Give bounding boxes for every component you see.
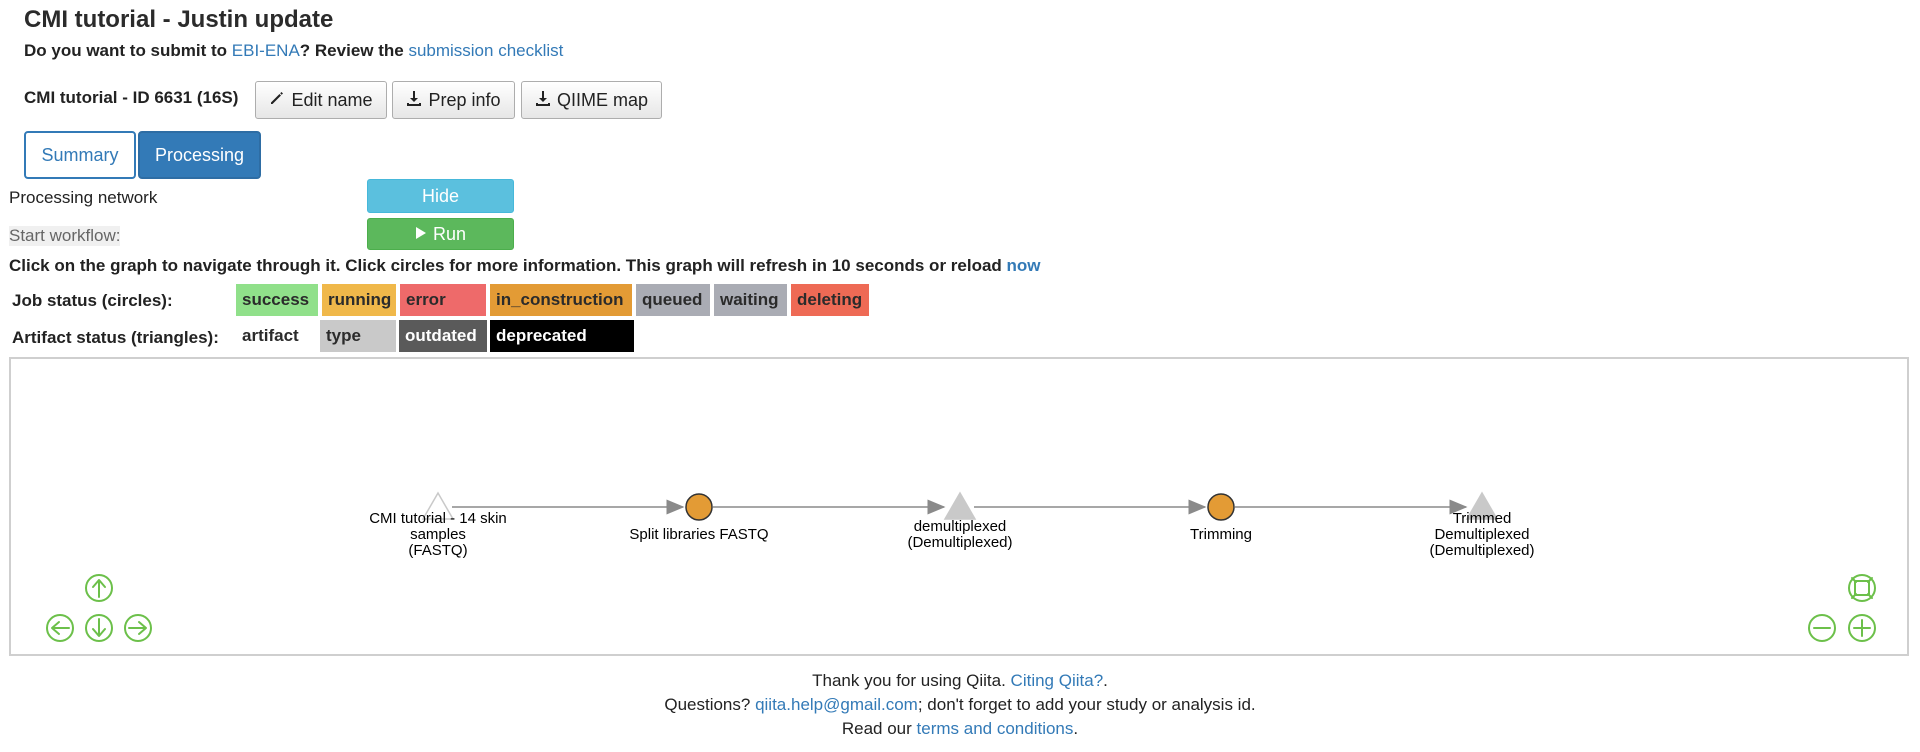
job-status-running: running <box>322 284 396 316</box>
job-status-deleting: deleting <box>791 284 869 316</box>
job-node-circle[interactable] <box>685 493 713 521</box>
graph-node-label-line: (Demultiplexed) <box>907 534 1013 551</box>
artifact-status-outdated: outdated <box>399 320 487 352</box>
qiime-map-label: QIIME map <box>556 89 649 110</box>
instructions-text: Click on the graph to navigate through i… <box>9 256 1007 275</box>
graph-node-label-line: Trimming <box>1190 526 1252 543</box>
submit-prefix: Do you want to submit to <box>24 41 232 60</box>
job-status-error: error <box>400 284 486 316</box>
footer-read-end: . <box>1073 719 1079 738</box>
graph-canvas[interactable] <box>11 359 1907 654</box>
hide-button[interactable]: Hide <box>367 179 514 213</box>
play-icon <box>415 224 427 245</box>
graph-node-label-line: samples <box>410 526 466 543</box>
reload-now-link[interactable]: now <box>1007 256 1041 275</box>
tab-processing[interactable]: Processing <box>138 131 261 179</box>
footer-thanks-text: Thank you for using Qiita. <box>812 671 1011 690</box>
help-email-link[interactable]: qiita.help@gmail.com <box>755 695 918 714</box>
graph-node-label-line: CMI tutorial - 14 skin <box>369 510 507 527</box>
footer-questions: Questions? qiita.help@gmail.com; don't f… <box>0 695 1920 715</box>
processing-network-label: Processing network <box>9 188 158 207</box>
artifact-status-label: Artifact status (triangles): <box>12 328 219 347</box>
graph-node-label-line: (Demultiplexed) <box>1429 542 1535 559</box>
run-button[interactable]: Run <box>367 218 514 250</box>
terms-link[interactable]: terms and conditions <box>917 719 1074 738</box>
prep-info-label: Prep info <box>428 89 501 110</box>
page-title: CMI tutorial - Justin update <box>24 6 334 33</box>
pencil-icon <box>269 90 285 111</box>
graph-node-label: CMI tutorial - 14 skin samples (FASTQ) <box>369 511 507 559</box>
footer-thanks-end: . <box>1103 671 1108 690</box>
submission-line: Do you want to submit to EBI-ENA? Review… <box>24 41 563 61</box>
graph-node-label: Split libraries FASTQ <box>629 527 768 543</box>
artifact-status-artifact: artifact <box>236 320 314 352</box>
processing-graph[interactable]: CMI tutorial - 14 skin samples (FASTQ) Spli… <box>9 357 1909 656</box>
graph-node-label-line: Trimmed <box>1452 510 1512 527</box>
job-status-queued: queued <box>636 284 710 316</box>
graph-node-label-line: Split libraries FASTQ <box>629 526 769 543</box>
footer-questions-end: ; don't forget to add your study or anal… <box>917 695 1256 714</box>
submission-checklist-link[interactable]: submission checklist <box>408 41 563 60</box>
graph-node-label: demultiplexed (Demultiplexed) <box>907 519 1012 551</box>
artifact-node-triangle[interactable] <box>943 491 977 520</box>
citing-qiita-link[interactable]: Citing Qiita? <box>1011 671 1104 690</box>
download-icon <box>406 90 422 111</box>
prep-info-button[interactable]: Prep info <box>392 81 515 119</box>
footer-read-text: Read our <box>841 719 917 738</box>
job-status-waiting: waiting <box>714 284 787 316</box>
edit-name-button[interactable]: Edit name <box>255 81 387 119</box>
job-node-circle[interactable] <box>1207 493 1235 521</box>
download-icon <box>535 90 551 111</box>
footer-thanks: Thank you for using Qiita. Citing Qiita?… <box>0 671 1920 691</box>
graph-node-label-line: Demultiplexed <box>1434 526 1530 543</box>
ebi-ena-link[interactable]: EBI-ENA <box>232 41 300 60</box>
job-status-in-construction: in_construction <box>490 284 632 316</box>
artifact-status-deprecated: deprecated <box>490 320 634 352</box>
edit-name-label: Edit name <box>291 89 373 110</box>
job-status-label: Job status (circles): <box>12 291 173 310</box>
graph-node-label-line: (FASTQ) <box>408 542 468 559</box>
footer-terms: Read our terms and conditions. <box>0 719 1920 739</box>
artifact-status-type: type <box>320 320 396 352</box>
run-label: Run <box>432 223 467 244</box>
job-status-success: success <box>236 284 318 316</box>
qiime-map-button[interactable]: QIIME map <box>521 81 662 119</box>
footer-questions-text: Questions? <box>664 695 756 714</box>
graph-instructions: Click on the graph to navigate through i… <box>9 256 1041 276</box>
graph-node-label-line: demultiplexed <box>913 518 1007 535</box>
prep-id-label: CMI tutorial - ID 6631 (16S) <box>24 88 239 107</box>
submit-mid: ? Review the <box>299 41 409 60</box>
graph-node-label: Trimming <box>1190 527 1252 543</box>
start-workflow-label: Start workflow: <box>9 226 121 246</box>
graph-node-label: Trimmed Demultiplexed (Demultiplexed) <box>1429 511 1534 559</box>
tab-summary[interactable]: Summary <box>24 131 136 179</box>
